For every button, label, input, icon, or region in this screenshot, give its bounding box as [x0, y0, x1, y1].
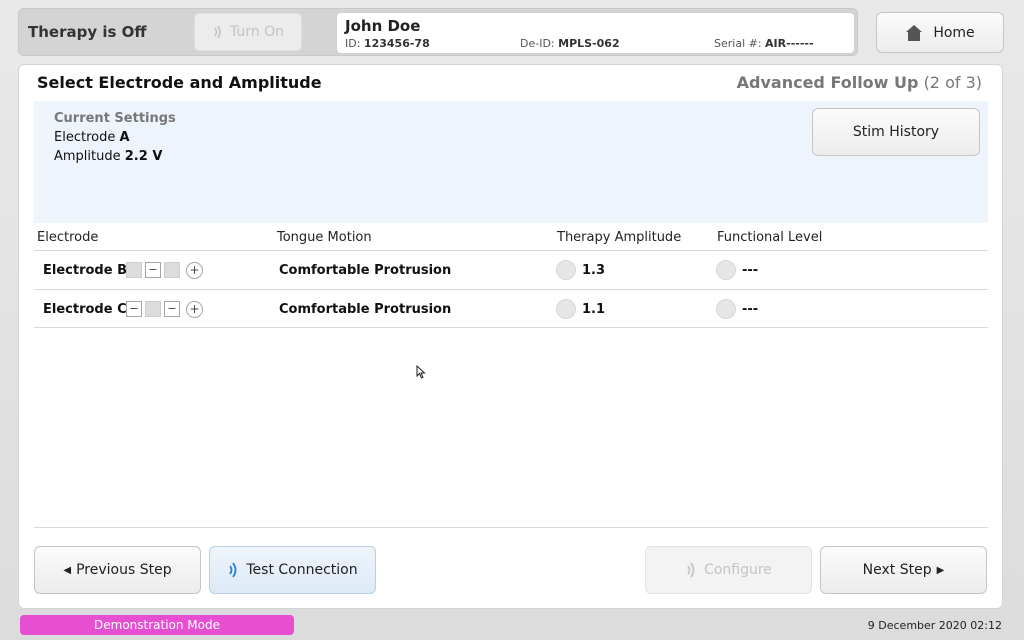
- demonstration-mode-badge: Demonstration Mode: [20, 615, 294, 635]
- current-settings: Current Settings Electrode A Amplitude 2…: [34, 101, 988, 223]
- configure-button[interactable]: Configure: [645, 546, 812, 594]
- row-amplitude: 1.1: [582, 301, 606, 317]
- previous-step-label: Previous Step: [76, 562, 172, 578]
- home-button[interactable]: Home: [876, 12, 1004, 53]
- turn-on-button[interactable]: Turn On: [194, 13, 302, 51]
- patient-id-label: ID:: [345, 37, 361, 50]
- row-amplitude: 1.3: [582, 262, 606, 278]
- contact-plus: +: [186, 261, 203, 279]
- column-header-functional-level: Functional Level: [717, 230, 823, 245]
- configure-label: Configure: [704, 562, 772, 578]
- current-amplitude-label: Amplitude: [54, 149, 121, 164]
- stim-history-button[interactable]: Stim History: [812, 108, 980, 156]
- contact-empty: [126, 262, 142, 278]
- functional-level-cell[interactable]: ---: [716, 290, 758, 328]
- step-indicator: Advanced Follow Up (2 of 3): [737, 73, 982, 92]
- table-row[interactable]: Electrode C − − + Comfortable Protrusion…: [34, 290, 988, 328]
- main-panel: Select Electrode and Amplitude Advanced …: [18, 64, 1003, 609]
- top-bar: Therapy is Off Turn On John Doe ID: 1234…: [18, 8, 858, 56]
- next-step-button[interactable]: Next Step ▶: [820, 546, 987, 594]
- divider: [34, 327, 988, 328]
- therapy-status: Therapy is Off: [28, 23, 147, 41]
- current-electrode: Electrode A: [54, 130, 130, 145]
- triangle-left-icon: ◀: [63, 564, 72, 576]
- row-tongue-motion: Comfortable Protrusion: [279, 301, 452, 317]
- patient-serial-value: AIR------: [765, 37, 814, 50]
- test-connection-label: Test Connection: [246, 562, 358, 578]
- page-title: Select Electrode and Amplitude: [37, 73, 322, 92]
- row-functional-level: ---: [742, 301, 759, 317]
- step-label: Advanced Follow Up: [736, 73, 919, 92]
- row-electrode: Electrode B: [43, 262, 127, 278]
- current-electrode-value: A: [119, 130, 130, 145]
- functional-level-cell[interactable]: ---: [716, 251, 758, 289]
- amplitude-cell[interactable]: 1.3: [556, 251, 605, 289]
- column-header-therapy-amplitude: Therapy Amplitude: [557, 230, 682, 245]
- turn-on-label: Turn On: [229, 24, 285, 40]
- functional-level-radio[interactable]: [716, 260, 736, 280]
- current-amplitude-value: 2.2 V: [124, 149, 163, 164]
- contact-config: − +: [126, 251, 203, 289]
- patient-serial: Serial #: AIR------: [714, 37, 814, 50]
- contact-minus: −: [145, 262, 161, 278]
- contact-minus: −: [164, 301, 180, 317]
- home-label: Home: [933, 24, 975, 41]
- wireless-signal-icon: [229, 562, 237, 578]
- patient-serial-label: Serial #:: [714, 37, 762, 50]
- triangle-right-icon: ▶: [936, 564, 945, 576]
- patient-id: ID: 123456-78: [345, 37, 430, 50]
- wireless-signal-icon: [214, 25, 221, 39]
- contact-empty: [164, 262, 180, 278]
- patient-id-value: 123456-78: [363, 37, 430, 50]
- column-header-electrode: Electrode: [37, 230, 99, 245]
- footer-divider: [34, 527, 988, 528]
- contact-plus: +: [186, 300, 203, 318]
- contact-empty: [145, 301, 161, 317]
- row-electrode: Electrode C: [43, 301, 127, 317]
- mouse-cursor-icon: [416, 365, 426, 379]
- contact-minus: −: [126, 301, 142, 317]
- patient-name: John Doe: [345, 17, 421, 35]
- datetime: 9 December 2020 02:12: [867, 619, 1002, 632]
- amplitude-cell[interactable]: 1.1: [556, 290, 605, 328]
- table-row[interactable]: Electrode B − + Comfortable Protrusion 1…: [34, 251, 988, 289]
- patient-deid: De-ID: MPLS-062: [520, 37, 620, 50]
- patient-deid-value: MPLS-062: [558, 37, 620, 50]
- previous-step-button[interactable]: ◀ Previous Step: [34, 546, 201, 594]
- current-electrode-label: Electrode: [54, 130, 116, 145]
- home-icon: [906, 24, 923, 41]
- contact-config: − − +: [126, 290, 203, 328]
- amplitude-radio[interactable]: [556, 260, 576, 280]
- row-functional-level: ---: [742, 262, 759, 278]
- next-step-label: Next Step: [862, 562, 932, 578]
- step-progress: (2 of 3): [923, 73, 982, 92]
- patient-info: John Doe ID: 123456-78 De-ID: MPLS-062 S…: [336, 12, 855, 54]
- test-connection-button[interactable]: Test Connection: [209, 546, 376, 594]
- row-tongue-motion: Comfortable Protrusion: [279, 262, 452, 278]
- current-settings-title: Current Settings: [54, 111, 176, 126]
- amplitude-radio[interactable]: [556, 299, 576, 319]
- wireless-signal-icon: [687, 562, 695, 578]
- column-header-tongue-motion: Tongue Motion: [277, 230, 372, 245]
- current-amplitude: Amplitude 2.2 V: [54, 149, 162, 164]
- functional-level-radio[interactable]: [716, 299, 736, 319]
- patient-deid-label: De-ID:: [520, 37, 555, 50]
